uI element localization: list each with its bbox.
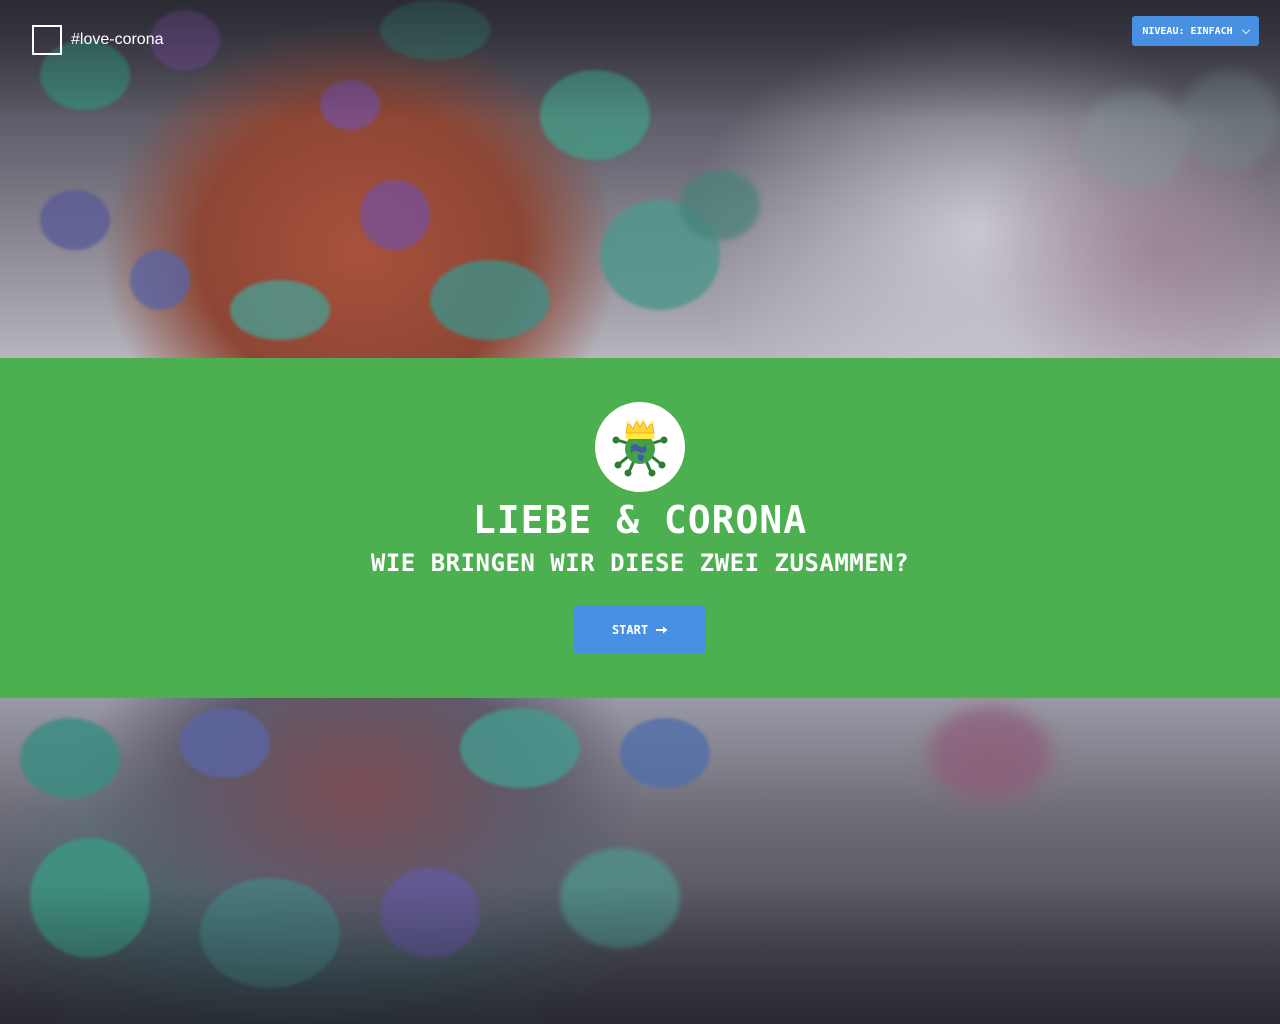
- level-dropdown-button[interactable]: NIVEAU: EINFACH: [1132, 16, 1259, 46]
- brand-label: #love-corona: [71, 31, 164, 48]
- page-title: LIEBE & CORONA: [472, 498, 808, 542]
- background-virus-image-bottom: [0, 698, 1280, 1024]
- chevron-down-icon: [1241, 25, 1250, 34]
- start-button[interactable]: START: [574, 606, 706, 654]
- background-virus-image-top: [0, 0, 1280, 358]
- arrow-right-icon: [656, 623, 668, 637]
- brand-link[interactable]: #love-corona: [32, 25, 164, 55]
- page-subtitle: WIE BRINGEN WIR DIESE ZWEI ZUSAMMEN?: [370, 549, 910, 577]
- start-button-label: START: [611, 623, 649, 637]
- brand-logo-square: [32, 25, 62, 55]
- crowned-virus-logo-icon: [595, 402, 685, 492]
- level-button-label: NIVEAU: EINFACH: [1142, 25, 1233, 37]
- hero-section: LIEBE & CORONA WIE BRINGEN WIR DIESE ZWE…: [0, 358, 1280, 698]
